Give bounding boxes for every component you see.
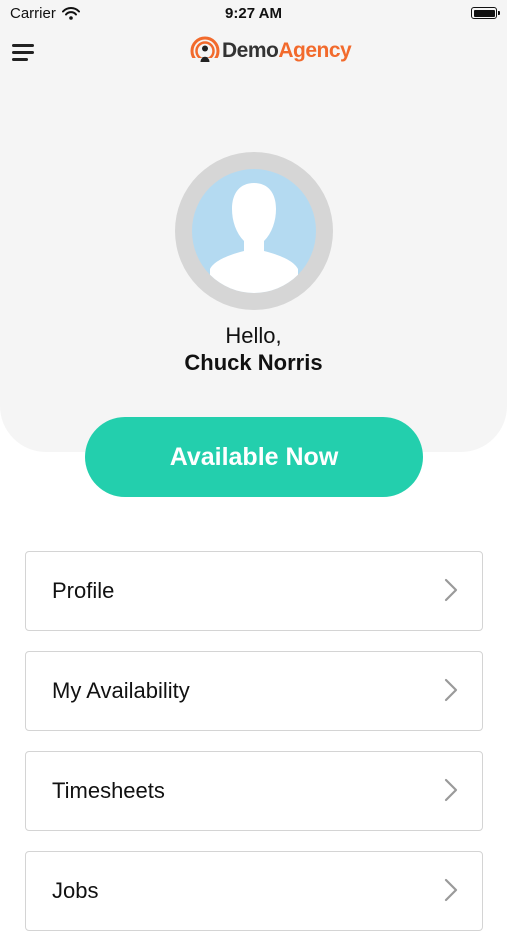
avatar-inner: [192, 169, 316, 293]
user-silhouette-icon: [210, 183, 298, 293]
battery-icon: [471, 7, 500, 19]
available-now-button[interactable]: Available Now: [85, 417, 423, 497]
user-name: Chuck Norris: [184, 350, 323, 375]
menu-item-label: My Availability: [52, 678, 190, 703]
avatar[interactable]: [175, 152, 333, 310]
chevron-right-icon: [444, 578, 458, 602]
menu-item-label: Jobs: [52, 878, 99, 903]
brand-name: DemoAgency: [222, 36, 352, 66]
menu-item-profile[interactable]: Profile: [25, 551, 483, 631]
menu-item-my-availability[interactable]: My Availability: [25, 651, 483, 731]
menu-item-label: Timesheets: [52, 778, 165, 803]
menu-list: Profile My Availability Timesheets Jobs: [25, 551, 483, 951]
broadcast-person-icon: [190, 36, 220, 66]
brand-logo: DemoAgency: [190, 36, 352, 66]
chevron-right-icon: [444, 778, 458, 802]
menu-item-label: Profile: [52, 578, 115, 603]
menu-item-timesheets[interactable]: Timesheets: [25, 751, 483, 831]
chevron-right-icon: [444, 678, 458, 702]
greeting-text: Hello,: [225, 323, 282, 348]
brand-name-word-1: Demo: [222, 39, 279, 62]
brand-name-word-2: Agency: [278, 39, 352, 62]
status-time: 9:27 AM: [225, 5, 282, 22]
header-panel: Carrier 9:27 AM DemoAgency Hello, Chuck …: [0, 0, 507, 452]
chevron-right-icon: [444, 878, 458, 902]
hamburger-menu-icon[interactable]: [12, 40, 38, 64]
menu-item-jobs[interactable]: Jobs: [25, 851, 483, 931]
status-bar: Carrier 9:27 AM: [0, 0, 507, 28]
